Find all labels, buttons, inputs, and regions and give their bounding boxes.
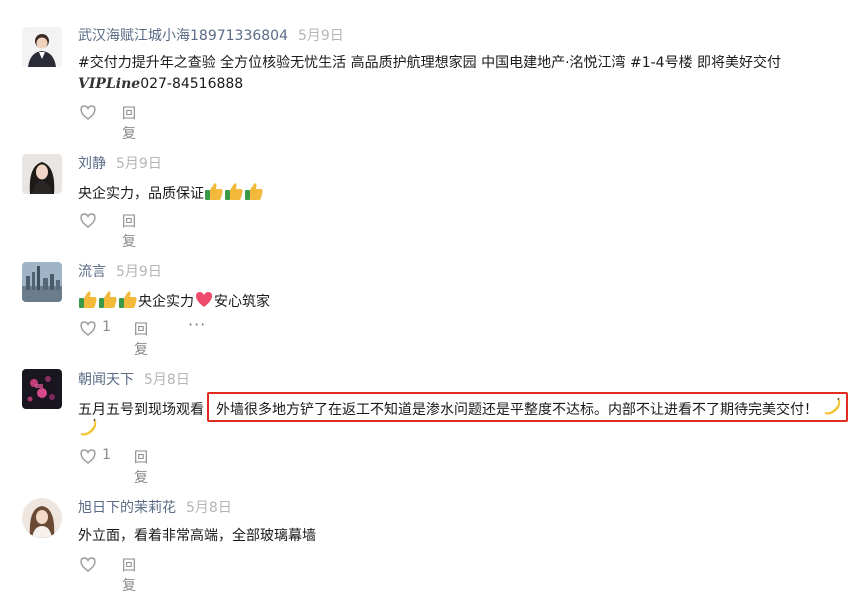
avatar[interactable] (22, 154, 62, 194)
comment-text-content: 安心筑家 (214, 294, 270, 310)
thumbs-up-icon (204, 181, 224, 201)
comment-text-content: 央企实力 (138, 294, 194, 310)
heart-icon[interactable] (78, 210, 98, 230)
comment-text-wrap (78, 418, 98, 442)
comment-text: #交付力提升年之查验 全方位核验无忧生活 高品质护航理想家园 中国电建地产·洺悦… (78, 53, 781, 95)
comment-header: 武汉海赋江城小海18971336804 5月9日 (78, 27, 344, 45)
comment-author[interactable]: 旭日下的茉莉花 (78, 500, 176, 516)
comment-author[interactable]: 朝闻天下 (78, 372, 134, 388)
comment-author[interactable]: 流言 (78, 264, 106, 280)
thumbs-up-icon (98, 289, 118, 309)
comment-text-content: 央企实力，品质保证 (78, 186, 204, 202)
vip-line-label: VIPLine (78, 76, 141, 92)
comment-header: 旭日下的茉莉花 5月8日 (78, 499, 232, 517)
heart-emoji-icon (194, 289, 214, 309)
phone-number: 027-84516888 (140, 76, 244, 92)
like-count: 1 (102, 447, 111, 463)
comment-date: 5月9日 (116, 156, 162, 172)
comment-date: 5月8日 (144, 372, 190, 388)
thumbs-up-icon (244, 181, 264, 201)
heart-icon[interactable] (78, 554, 98, 574)
banana-icon (78, 418, 98, 438)
comment-text-line: #交付力提升年之查验 全方位核验无忧生活 高品质护航理想家园 中国电建地产·洺悦… (78, 55, 782, 71)
avatar[interactable] (22, 262, 62, 302)
like-count: 1 (102, 319, 111, 335)
thumbs-up-icon (78, 289, 98, 309)
comment-author[interactable]: 刘静 (78, 156, 106, 172)
comment-header: 朝闻天下 5月8日 (78, 371, 190, 389)
comment-text-content: 五月五号到现场观看 (78, 402, 204, 418)
comment-text: 央企实力，品质保证 (78, 181, 264, 205)
comment-text-content: 外立面，看着非常高端，全部玻璃幕墙 (78, 528, 316, 544)
highlight-annotation-box (207, 392, 848, 422)
comment-date: 5月9日 (116, 264, 162, 280)
comment-text-line: VIPLine027-84516888 (78, 74, 781, 95)
comment-text: 外立面，看着非常高端，全部玻璃幕墙 (78, 526, 316, 547)
reply-button[interactable]: 回复 (122, 103, 136, 143)
comment-date: 5月8日 (186, 500, 232, 516)
avatar[interactable] (22, 498, 62, 538)
reply-button[interactable]: 回复 (122, 211, 136, 251)
reply-button[interactable]: 回复 (122, 555, 136, 595)
heart-icon[interactable] (78, 318, 98, 338)
heart-icon[interactable] (78, 102, 98, 122)
reply-button[interactable]: 回复 (134, 319, 148, 359)
avatar[interactable] (22, 27, 62, 67)
comment-author[interactable]: 武汉海赋江城小海18971336804 (78, 28, 288, 44)
comment-header: 流言 5月9日 (78, 263, 162, 281)
thumbs-up-icon (118, 289, 138, 309)
comment-date: 5月9日 (297, 28, 344, 44)
reply-button[interactable]: 回复 (134, 447, 148, 487)
heart-icon[interactable] (78, 446, 98, 466)
thumbs-up-icon (224, 181, 244, 201)
avatar[interactable] (22, 369, 62, 409)
comment-text: 央企实力 安心筑家 (78, 289, 270, 313)
comment-header: 刘静 5月9日 (78, 155, 162, 173)
more-options-icon[interactable]: ··· (188, 315, 206, 334)
